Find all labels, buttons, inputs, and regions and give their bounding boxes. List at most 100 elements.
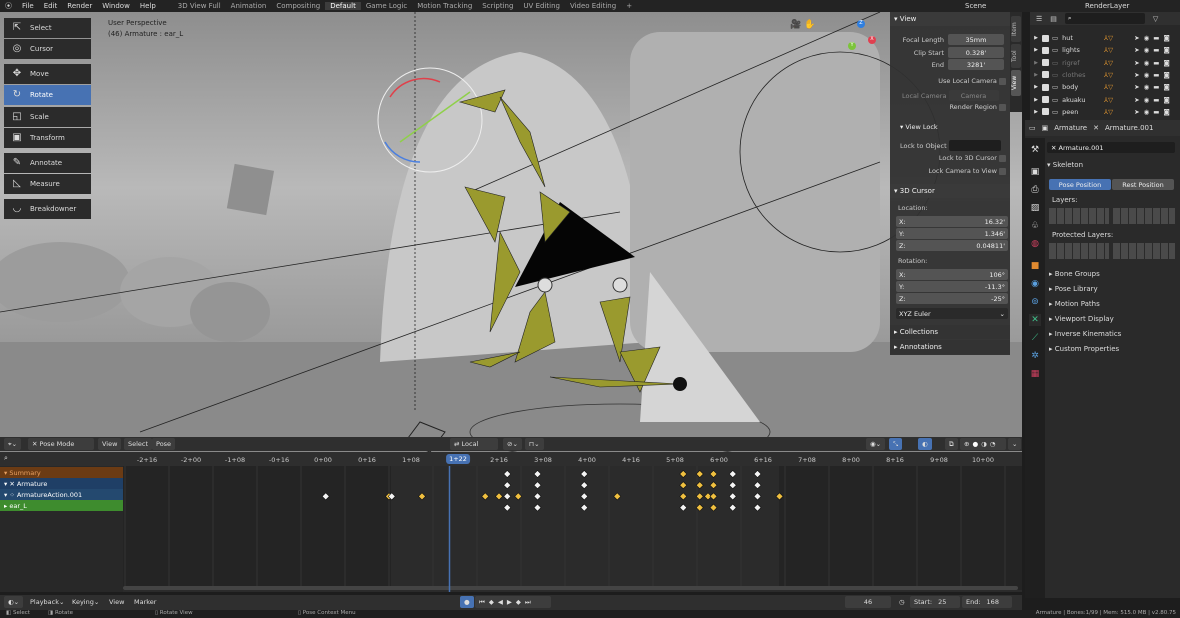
lock-to-object-field[interactable] xyxy=(948,140,1001,151)
keyframe-selected[interactable] xyxy=(709,481,718,490)
cursor-location-x-field[interactable]: X: 16.32' xyxy=(896,216,1008,227)
clip-start-field[interactable]: 0.328' xyxy=(948,47,1004,58)
cursor-rotation-y-field[interactable]: Y: -11.3° xyxy=(896,281,1008,292)
xray-toggle[interactable]: ⧉ xyxy=(945,438,958,450)
rendered-shading-icon[interactable]: ◔ xyxy=(990,440,996,448)
tool-transform[interactable]: ▣ Transform xyxy=(4,128,91,148)
tool-rotate[interactable]: ↻ Rotate xyxy=(4,85,91,105)
keyframe-selected[interactable] xyxy=(679,492,688,501)
keyframe-selected[interactable] xyxy=(709,470,718,478)
overlay-toggle[interactable]: ◐ xyxy=(918,438,932,450)
material-shading-icon[interactable]: ◑ xyxy=(981,440,987,448)
menu-file[interactable]: File xyxy=(17,2,39,10)
select-arrow-icon[interactable]: ➤ xyxy=(1134,83,1139,91)
keyframe-selected[interactable] xyxy=(679,470,688,478)
keyframe[interactable] xyxy=(728,470,737,478)
keyframe-selected[interactable] xyxy=(495,492,503,501)
expand-arrow-icon[interactable]: ▶ xyxy=(1030,60,1042,66)
keyframe-selected[interactable] xyxy=(709,492,718,501)
lock-camera-checkbox[interactable] xyxy=(999,167,1006,175)
tab-3d-view-full[interactable]: 3D View Full xyxy=(173,2,226,10)
monitor-icon[interactable]: ▬ xyxy=(1153,34,1159,42)
timeline-editor-dropdown[interactable]: ◐⌄ xyxy=(4,596,24,608)
output-icon[interactable]: ⎙ xyxy=(1029,184,1041,196)
outliner-row[interactable]: ▶ ▭ peen ⅄▽ ➤ ◉ ▬ ◙ xyxy=(1030,106,1180,118)
panel-inverse-kinematics[interactable]: ▸ Inverse Kinematics xyxy=(1049,330,1121,338)
tab-uv-editing[interactable]: UV Editing xyxy=(518,2,565,10)
shading-options-dropdown[interactable]: ⌄ xyxy=(1008,438,1022,450)
jump-end-icon[interactable]: ⏭ xyxy=(525,598,531,607)
keyframe-selected[interactable] xyxy=(775,492,784,501)
panel-viewport-display[interactable]: ▸ Viewport Display xyxy=(1049,315,1114,323)
menu-window[interactable]: Window xyxy=(97,2,135,10)
render-region-checkbox[interactable] xyxy=(999,103,1006,111)
mode-dropdown[interactable]: ✕ Pose Mode xyxy=(28,438,94,450)
eye-icon[interactable]: ◉ xyxy=(1144,59,1150,67)
keyframe-selected[interactable] xyxy=(709,503,718,512)
exclude-checkbox[interactable] xyxy=(1042,83,1049,91)
jump-start-icon[interactable]: ⏮ xyxy=(479,598,485,607)
keyframe[interactable] xyxy=(580,492,589,501)
camera-icon[interactable]: ◙ xyxy=(1163,96,1169,104)
texture-icon[interactable]: ▦ xyxy=(1029,368,1041,380)
pose-position-button[interactable]: Pose Position xyxy=(1049,179,1111,190)
auto-keying-toggle[interactable]: ● xyxy=(460,596,474,608)
render-layer-selector[interactable]: RenderLayer xyxy=(1080,2,1134,10)
keyframe[interactable] xyxy=(753,470,762,478)
outliner-row[interactable]: ▶ ▭ body ⅄▽ ➤ ◉ ▬ ◙ xyxy=(1030,81,1180,93)
cursor-location-y-field[interactable]: Y: 1.346' xyxy=(896,228,1008,239)
keyframe-selected[interactable] xyxy=(679,481,688,490)
next-key-icon[interactable]: ◆ xyxy=(516,598,521,606)
skeleton-header[interactable]: ▾ Skeleton xyxy=(1047,161,1083,169)
keyframe[interactable] xyxy=(533,481,542,490)
panel-bone-groups[interactable]: ▸ Bone Groups xyxy=(1049,270,1100,278)
select-arrow-icon[interactable]: ➤ xyxy=(1134,34,1139,42)
exclude-checkbox[interactable] xyxy=(1042,108,1049,116)
tool-annotate[interactable]: ✎ Annotate xyxy=(4,153,91,173)
menu-playback[interactable]: Playback ⌄ xyxy=(26,596,68,608)
keyframe[interactable] xyxy=(728,481,737,490)
keyframe[interactable] xyxy=(533,492,542,501)
display-mode-icon[interactable]: ☰ xyxy=(1036,15,1042,23)
select-arrow-icon[interactable]: ➤ xyxy=(1134,46,1139,54)
keyframe[interactable] xyxy=(503,492,512,501)
object-icon[interactable]: ■ xyxy=(1029,260,1041,272)
menu-view[interactable]: View xyxy=(105,596,128,608)
keyframe-selected[interactable] xyxy=(481,492,490,501)
pivot-dropdown[interactable]: ⊘⌄ xyxy=(503,438,522,450)
view-panel-header[interactable]: ▾ View xyxy=(890,12,1010,26)
eye-icon[interactable]: ◉ xyxy=(1144,83,1150,91)
modifier-icon[interactable]: ◉ xyxy=(1029,278,1041,290)
gizmo-z-axis[interactable]: Z xyxy=(857,20,865,28)
keyframe[interactable] xyxy=(728,492,737,501)
protected-layers-grid[interactable] xyxy=(1049,243,1109,259)
camera-icon[interactable]: ◙ xyxy=(1163,71,1169,79)
camera-icon[interactable]: ◙ xyxy=(1163,46,1169,54)
tab-scripting[interactable]: Scripting xyxy=(477,2,518,10)
keyframe[interactable] xyxy=(503,503,512,512)
tool-select[interactable]: ⇱ Select xyxy=(4,18,91,38)
play-reverse-icon[interactable]: ◀ xyxy=(498,598,503,606)
eye-icon[interactable]: ◉ xyxy=(1144,96,1150,104)
select-arrow-icon[interactable]: ➤ xyxy=(1134,59,1139,67)
editor-type-icon[interactable]: ▭ xyxy=(1029,124,1036,132)
render-icon[interactable]: ▣ xyxy=(1029,166,1041,178)
keyframe[interactable] xyxy=(753,503,762,512)
bone-layers-grid-2[interactable] xyxy=(1113,208,1175,224)
select-arrow-icon[interactable]: ➤ xyxy=(1134,108,1139,116)
tab-video-editing[interactable]: Video Editing xyxy=(565,2,621,10)
tool-settings-icon[interactable]: ⚒ xyxy=(1029,144,1041,156)
monitor-icon[interactable]: ▬ xyxy=(1153,83,1159,91)
tab-tool[interactable]: Tool xyxy=(1011,44,1021,68)
visibility-dropdown[interactable]: ◉⌄ xyxy=(866,438,886,450)
outliner-search-input[interactable]: ⌕ xyxy=(1064,13,1145,24)
tool-breakdowner[interactable]: ◡ Breakdowner xyxy=(4,199,91,219)
tab-compositing[interactable]: Compositing xyxy=(271,2,325,10)
snap-toggle[interactable]: ⊓⌄ xyxy=(525,438,544,450)
expand-arrow-icon[interactable]: ▶ xyxy=(1030,72,1042,78)
keyframe[interactable] xyxy=(580,470,589,478)
world-icon[interactable]: ◍ xyxy=(1029,238,1041,250)
menu-help[interactable]: Help xyxy=(135,2,161,10)
tool-move[interactable]: ✥ Move xyxy=(4,64,91,84)
eye-icon[interactable]: ◉ xyxy=(1144,46,1150,54)
